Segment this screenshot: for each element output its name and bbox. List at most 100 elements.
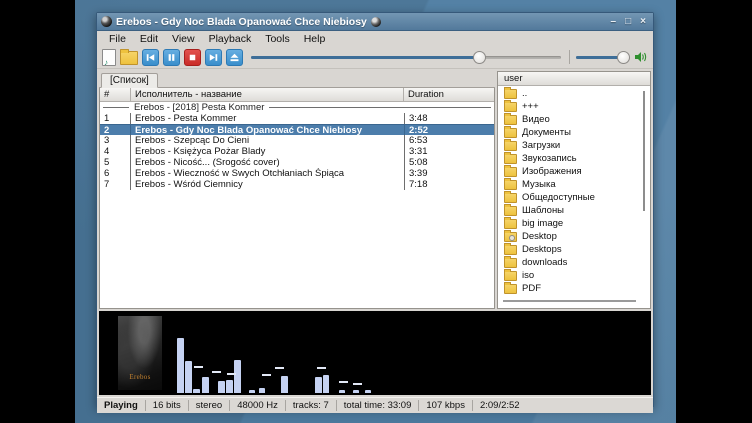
file-item[interactable]: iso <box>498 269 650 282</box>
open-folder-button[interactable] <box>120 51 138 65</box>
file-item[interactable]: PDF <box>498 282 650 295</box>
seek-handle[interactable] <box>473 51 486 64</box>
spectrum-peak <box>275 367 284 369</box>
title-bar[interactable]: Erebos - Gdy Noc Blada Opanować Chce Nie… <box>97 13 653 31</box>
track-number: 4 <box>100 146 131 157</box>
folder-icon <box>504 180 517 190</box>
file-item-label: Видео <box>522 114 550 125</box>
spectrum-peak <box>194 366 203 368</box>
playlist-row[interactable]: 7Erebos - Wśród Ciemnicy7:18 <box>100 179 494 190</box>
track-title: Erebos - Wieczność w Swych Otchłaniach Ś… <box>131 168 404 179</box>
playlist-row[interactable]: 1Erebos - Pesta Kommer3:48 <box>100 113 494 124</box>
file-browser-header[interactable]: user <box>498 72 650 86</box>
vertical-scrollbar[interactable] <box>643 91 645 211</box>
pause-icon <box>166 52 177 63</box>
playlist-tab[interactable]: [Список] <box>101 73 158 88</box>
deadbeef-icon <box>371 17 381 27</box>
menu-playback[interactable]: Playback <box>203 33 258 45</box>
playlist-row[interactable]: 4Erebos - Księżyca Pożar Blady3:31 <box>100 146 494 157</box>
file-item[interactable]: Документы <box>498 126 650 139</box>
folder-icon <box>504 167 517 177</box>
file-item[interactable]: Изображения <box>498 165 650 178</box>
folder-icon <box>504 128 517 138</box>
column-artist-title[interactable]: Исполнитель - название <box>131 88 404 101</box>
spectrum-bar <box>339 390 345 393</box>
file-item[interactable]: Музыка <box>498 178 650 191</box>
next-button[interactable] <box>205 49 222 66</box>
open-file-button[interactable] <box>102 49 116 66</box>
stop-button[interactable] <box>184 49 201 66</box>
file-item[interactable]: Общедоступные <box>498 191 650 204</box>
folder-icon <box>504 284 517 294</box>
close-button[interactable]: × <box>640 17 646 27</box>
previous-button[interactable] <box>142 49 159 66</box>
spectrum-peak <box>262 374 271 376</box>
playlist-row[interactable]: 2Erebos - Gdy Noc Blada Opanować Chce Ni… <box>100 124 494 135</box>
previous-icon <box>145 52 156 63</box>
volume-slider[interactable] <box>576 50 628 65</box>
menu-help[interactable]: Help <box>298 33 332 45</box>
file-item[interactable]: Desktops <box>498 243 650 256</box>
file-item-label: Desktop <box>522 231 557 242</box>
track-duration: 5:08 <box>404 157 494 168</box>
stop-icon <box>187 52 198 63</box>
group-line <box>103 107 129 108</box>
eject-button[interactable] <box>226 49 243 66</box>
file-item[interactable]: Desktop <box>498 230 650 243</box>
spectrum-bar <box>353 390 359 393</box>
file-item-label: Загрузки <box>522 140 560 151</box>
app-icon <box>101 16 112 27</box>
status-segment: Playing <box>97 400 146 411</box>
spectrum-bar <box>185 361 192 393</box>
spectrum-bar <box>249 390 255 393</box>
seek-slider[interactable] <box>251 50 561 65</box>
menu-edit[interactable]: Edit <box>134 33 164 45</box>
folder-icon <box>504 89 517 99</box>
toolbar-separator <box>569 50 570 64</box>
folder-icon <box>504 154 517 164</box>
spectrum-bar <box>259 388 265 393</box>
window-title: Erebos - Gdy Noc Blada Opanować Chce Nie… <box>116 16 367 28</box>
file-item[interactable]: big image <box>498 217 650 230</box>
status-segment: stereo <box>189 400 230 411</box>
file-item[interactable]: downloads <box>498 256 650 269</box>
file-item[interactable]: Видео <box>498 113 650 126</box>
menu-tools[interactable]: Tools <box>259 33 296 45</box>
playlist-row[interactable]: 5Erebos - Nicość... (Srogość cover)5:08 <box>100 157 494 168</box>
player-window: Erebos - Gdy Noc Blada Opanować Chce Nie… <box>96 12 654 407</box>
file-item[interactable]: Шаблоны <box>498 204 650 217</box>
eject-icon <box>229 52 240 63</box>
playlist-row[interactable]: 6Erebos - Wieczność w Swych Otchłaniach … <box>100 168 494 179</box>
spectrum-bar <box>202 377 209 393</box>
column-duration[interactable]: Duration <box>404 88 494 101</box>
speaker-icon <box>634 50 648 64</box>
status-segment: tracks: 7 <box>286 400 337 411</box>
minimize-button[interactable]: – <box>611 17 617 27</box>
playlist-rows: 1Erebos - Pesta Kommer3:482Erebos - Gdy … <box>100 113 494 308</box>
tab-strip: [Список] <box>99 71 495 88</box>
spectrum-peak <box>212 371 221 373</box>
status-segment: 16 bits <box>146 400 189 411</box>
track-title: Erebos - Nicość... (Srogość cover) <box>131 157 404 168</box>
main-area: [Список] # Исполнитель - название Durati… <box>97 69 653 309</box>
visualizer-area: Erebos <box>99 311 651 395</box>
column-number[interactable]: # <box>100 88 131 101</box>
playlist-row[interactable]: 3Erebos - Szepcąc Do Cieni6:53 <box>100 135 494 146</box>
file-item[interactable]: Загрузки <box>498 139 650 152</box>
track-duration: 3:48 <box>404 113 494 124</box>
menu-view[interactable]: View <box>166 33 201 45</box>
file-item-label: Изображения <box>522 166 582 177</box>
file-item[interactable]: +++ <box>498 100 650 113</box>
file-item[interactable]: Звукозапись <box>498 152 650 165</box>
pause-button[interactable] <box>163 49 180 66</box>
horizontal-scrollbar[interactable] <box>503 300 636 302</box>
menu-file[interactable]: File <box>103 33 132 45</box>
file-item[interactable]: .. <box>498 87 650 100</box>
maximize-button[interactable]: □ <box>625 17 631 27</box>
status-segment: total time: 33:09 <box>337 400 420 411</box>
file-item-label: +++ <box>522 101 539 112</box>
spectrum-bar <box>226 380 233 393</box>
volume-handle[interactable] <box>617 51 630 64</box>
file-item-label: big image <box>522 218 563 229</box>
folder-icon <box>504 258 517 268</box>
